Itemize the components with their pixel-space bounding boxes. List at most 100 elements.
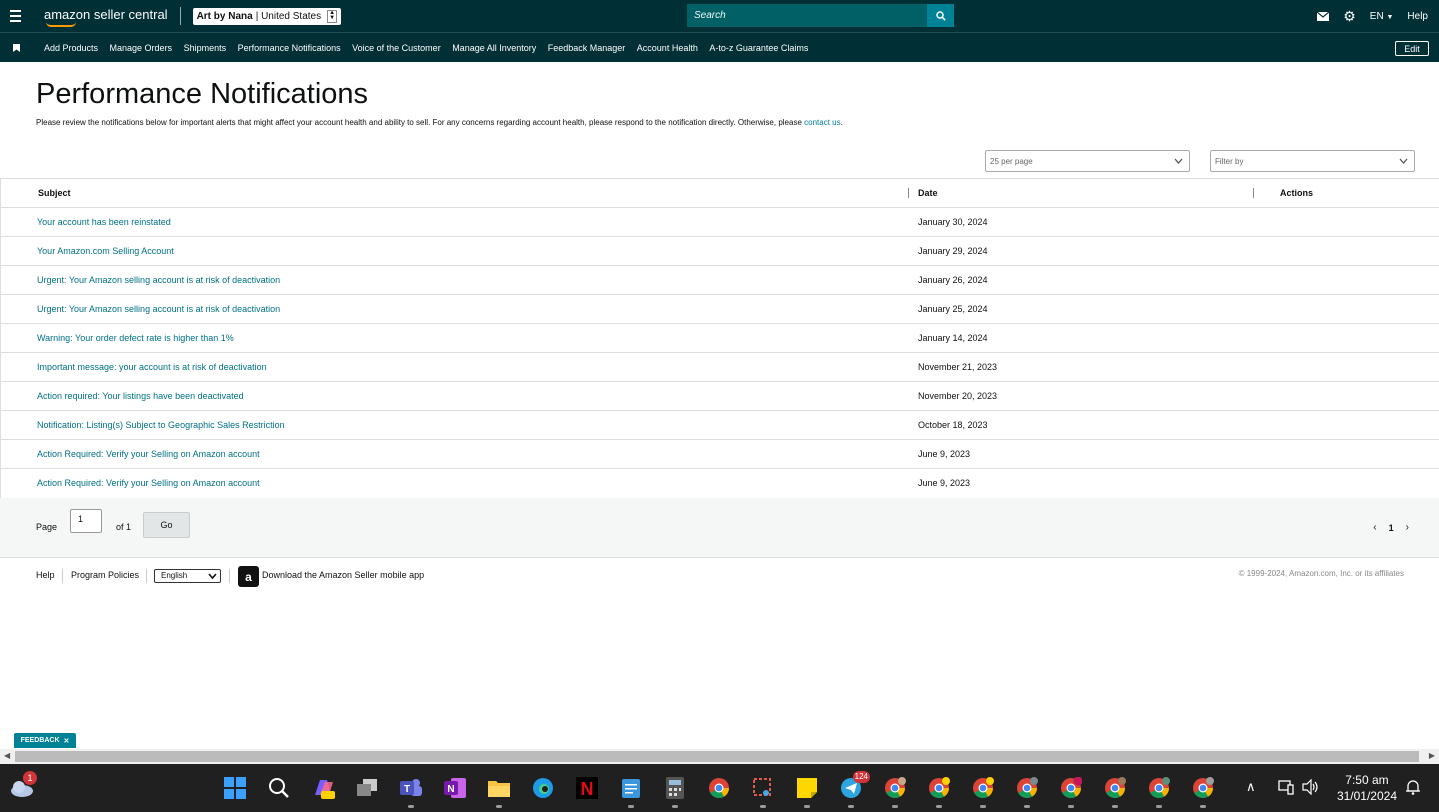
netflix-icon[interactable]: N [574,775,600,801]
calculator-icon[interactable] [662,775,688,808]
nav-item-shipments[interactable]: Shipments [184,43,227,53]
footer-help-link[interactable]: Help [36,570,55,580]
volume-icon[interactable] [1302,779,1320,795]
notification-subject-link[interactable]: Urgent: Your Amazon selling account is a… [37,304,280,314]
notification-subject-link[interactable]: Important message: your account is at ri… [37,362,267,372]
notification-subject-link[interactable]: Action Required: Verify your Selling on … [37,478,260,488]
bookmark-icon[interactable] [0,43,32,52]
contact-us-link[interactable]: contact us [804,118,840,127]
search-icon[interactable] [266,775,292,801]
nav-item-manage-all-inventory[interactable]: Manage All Inventory [452,43,536,53]
per-page-select[interactable]: 25 per page [985,150,1190,172]
chrome-profile-icon[interactable] [882,775,908,808]
search-button[interactable] [927,4,954,27]
notification-subject-link[interactable]: Warning: Your order defect rate is highe… [37,333,234,343]
teams-icon[interactable]: T [398,775,424,808]
logo-text: amazon seller central [44,6,168,22]
notification-subject-link[interactable]: Action Required: Verify your Selling on … [37,449,260,459]
per-page-value: 25 per page [990,156,1033,166]
notification-subject-link[interactable]: Urgent: Your Amazon selling account is a… [37,275,280,285]
chevron-up-icon[interactable]: ∧ [1246,779,1256,795]
amazon-app-icon[interactable]: a [238,566,259,587]
chrome-icon[interactable] [706,775,732,801]
copilot-icon[interactable] [310,775,336,801]
nav-item-add-products[interactable]: Add Products [44,43,98,53]
nav-item-manage-orders[interactable]: Manage Orders [110,43,173,53]
column-date[interactable]: Date [918,188,938,198]
mobile-app-link[interactable]: Download the Amazon Seller mobile app [262,570,424,580]
notification-subject-link[interactable]: Your account has been reinstated [37,217,171,227]
notification-date: January 29, 2024 [918,246,988,256]
notification-subject-link[interactable]: Your Amazon.com Selling Account [37,246,174,256]
mail-icon[interactable] [1317,11,1330,21]
chrome-profile-icon[interactable] [1014,775,1040,808]
notepad-icon[interactable] [618,775,644,808]
page-navigator: ‹ 1 › [1373,522,1409,533]
close-icon[interactable]: ✕ [64,737,70,745]
language-switcher[interactable]: EN ▼ [1370,11,1394,22]
onenote-icon[interactable]: N [442,775,468,801]
weather-badge: 1 [23,771,37,785]
chrome-profile-icon[interactable] [926,775,952,808]
column-actions: Actions [1280,188,1314,198]
nav-item-feedback-manager[interactable]: Feedback Manager [548,43,626,53]
nav-item-account-health[interactable]: Account Health [637,43,698,53]
start-menu-icon[interactable] [222,775,248,801]
page-number[interactable]: 1 [1389,523,1394,533]
chrome-profile-icon[interactable] [970,775,996,808]
program-policies-link[interactable]: Program Policies [71,570,139,580]
notification-subject-link[interactable]: Action required: Your listings have been… [37,391,244,401]
notification-bell-icon[interactable] [1406,779,1420,795]
page-title: Performance Notifications [36,78,369,110]
caret-down-icon: ▼ [1386,13,1394,21]
chrome-profile-icon[interactable] [1058,775,1084,808]
sticky-notes-icon[interactable] [794,775,820,808]
scrollbar-thumb[interactable] [15,751,1419,762]
nav-item-performance-notifications[interactable]: Performance Notifications [238,43,341,53]
store-switcher[interactable]: Art by Nana | United States ▲ ▼ [192,7,342,25]
description-end: . [840,118,843,127]
nav-item-a-to-z-claims[interactable]: A-to-z Guarantee Claims [709,43,808,53]
table-row: Action Required: Verify your Selling on … [1,469,1439,498]
go-button[interactable]: Go [143,512,190,538]
search-icon [935,10,946,21]
feedback-tab[interactable]: FEEDBACK ✕ [14,733,76,748]
telegram-icon[interactable]: 124 [838,771,870,808]
top-bar: amazon seller central Art by Nana | Unit… [0,0,1439,32]
chrome-profile-icon[interactable] [1102,775,1128,808]
search-input[interactable] [687,4,927,27]
gear-icon[interactable]: ⚙ [1343,8,1356,25]
page-number-input[interactable]: 1 [70,509,102,533]
page-total-label: of 1 [116,522,132,532]
help-link[interactable]: Help [1407,11,1428,22]
weather-icon[interactable]: 1 [9,771,37,801]
chevron-right-icon[interactable]: › [1406,522,1409,533]
edit-nav-button[interactable]: Edit [1395,41,1429,56]
network-icon[interactable] [1278,779,1294,795]
scroll-left-icon[interactable]: ◀ [4,751,10,760]
notification-date: January 26, 2024 [918,275,988,285]
svg-text:N: N [581,779,594,799]
nav-bar: Add Products Manage Orders Shipments Per… [0,32,1439,62]
notification-subject-link[interactable]: Notification: Listing(s) Subject to Geog… [37,420,285,430]
snipping-tool-icon[interactable] [750,775,776,808]
notification-date: June 9, 2023 [918,449,971,459]
svg-text:T: T [404,784,410,795]
column-subject[interactable]: Subject [38,188,71,198]
chevron-left-icon[interactable]: ‹ [1373,522,1376,533]
amazon-seller-central-logo[interactable]: amazon seller central [44,6,168,27]
scroll-right-icon[interactable]: ▶ [1429,751,1435,760]
page-label: Page [36,522,58,532]
language-select[interactable]: English [154,569,221,583]
nav-item-voice-of-the-customer[interactable]: Voice of the Customer [352,43,441,53]
table-row: Urgent: Your Amazon selling account is a… [1,295,1439,324]
filter-select[interactable]: Filter by [1210,150,1415,172]
file-explorer-icon[interactable] [486,775,512,808]
task-view-icon[interactable] [354,775,380,801]
system-clock[interactable]: 7:50 am 31/01/2024 [1337,772,1397,804]
hamburger-menu-icon[interactable] [0,0,30,32]
chrome-profile-icon[interactable] [1190,775,1216,808]
edge-icon[interactable] [530,775,556,801]
horizontal-scrollbar[interactable]: ◀ ▶ [0,749,1439,764]
chrome-profile-icon[interactable] [1146,775,1172,808]
